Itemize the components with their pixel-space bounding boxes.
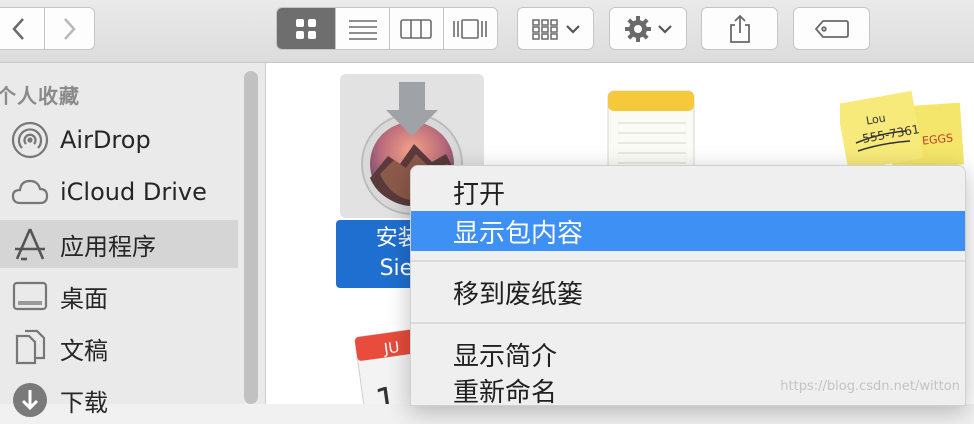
menu-item-move-to-trash[interactable]: 移到废纸篓 — [411, 272, 965, 312]
gear-icon — [625, 15, 651, 42]
view-mode-switcher — [276, 7, 498, 50]
sidebar-item-label: 下载 — [60, 388, 108, 417]
sidebar-item-label: 桌面 — [60, 284, 108, 313]
forward-button[interactable] — [44, 8, 94, 49]
menu-item-open[interactable]: 打开 — [411, 172, 965, 212]
menu-item-get-info[interactable]: 显示简介 — [411, 334, 965, 374]
chevron-down-icon — [658, 24, 672, 34]
cloud-icon — [8, 170, 52, 214]
tag-button[interactable] — [793, 7, 870, 50]
sidebar-item-airdrop[interactable]: AirDrop — [0, 116, 238, 164]
sidebar-scrollbar-thumb[interactable] — [244, 71, 258, 404]
share-button[interactable] — [701, 7, 778, 50]
calendar-month-label: JU — [382, 338, 401, 358]
download-icon — [8, 378, 52, 422]
file-item-stickies[interactable]: Lou 555-7361 EGGS — [840, 91, 968, 167]
grid-icon — [296, 18, 317, 39]
list-view-button[interactable] — [336, 8, 390, 49]
chevron-left-icon — [12, 17, 25, 40]
gallery-view-button[interactable] — [443, 8, 497, 49]
arrange-grid-icon — [531, 18, 558, 40]
cover-flow-icon — [453, 18, 488, 39]
sidebar-item-documents[interactable]: 文稿 — [0, 324, 238, 372]
list-icon — [348, 19, 377, 40]
sidebar-section-title: 个人收藏 — [0, 84, 80, 108]
chevron-down-icon — [565, 24, 580, 34]
tag-icon — [814, 19, 849, 38]
notes-app-icon — [607, 90, 695, 165]
sidebar: 个人收藏 AirDrop iCloud Drive 应用程序 桌面 文稿 下载 — [0, 63, 266, 417]
file-item-calendar[interactable]: 1 JU — [354, 329, 414, 404]
applications-icon — [8, 222, 52, 266]
icon-view-button[interactable] — [277, 8, 337, 49]
arrange-button[interactable] — [517, 7, 594, 50]
share-icon — [729, 14, 750, 43]
toolbar — [0, 0, 974, 63]
nav-buttons — [0, 7, 95, 50]
chevron-right-icon — [64, 17, 76, 40]
sidebar-item-label: iCloud Drive — [60, 178, 207, 206]
sidebar-item-desktop[interactable]: 桌面 — [0, 272, 238, 320]
watermark: https://blog.csdn.net/witton — [780, 379, 960, 394]
menu-separator — [411, 322, 965, 324]
sidebar-scrollbar[interactable] — [244, 71, 258, 404]
back-button[interactable] — [0, 8, 45, 49]
columns-icon — [400, 18, 433, 39]
menu-item-show-package-contents[interactable]: 显示包内容 — [411, 211, 965, 251]
sidebar-item-icloud-drive[interactable]: iCloud Drive — [0, 168, 238, 216]
menu-separator — [411, 260, 965, 262]
sidebar-item-label: 文稿 — [60, 336, 108, 365]
sidebar-item-label: AirDrop — [60, 126, 151, 154]
desktop-icon — [8, 274, 52, 318]
documents-icon — [8, 326, 52, 370]
column-view-button[interactable] — [389, 8, 444, 49]
sidebar-item-label: 应用程序 — [60, 232, 156, 261]
sidebar-item-downloads[interactable]: 下载 — [0, 376, 238, 424]
context-menu: 打开 显示包内容 移到废纸篓 显示简介 重新命名 — [410, 165, 966, 408]
airdrop-icon — [8, 118, 52, 162]
action-button[interactable] — [609, 7, 687, 50]
file-item-notes[interactable] — [606, 85, 698, 165]
sidebar-item-applications[interactable]: 应用程序 — [0, 220, 238, 268]
